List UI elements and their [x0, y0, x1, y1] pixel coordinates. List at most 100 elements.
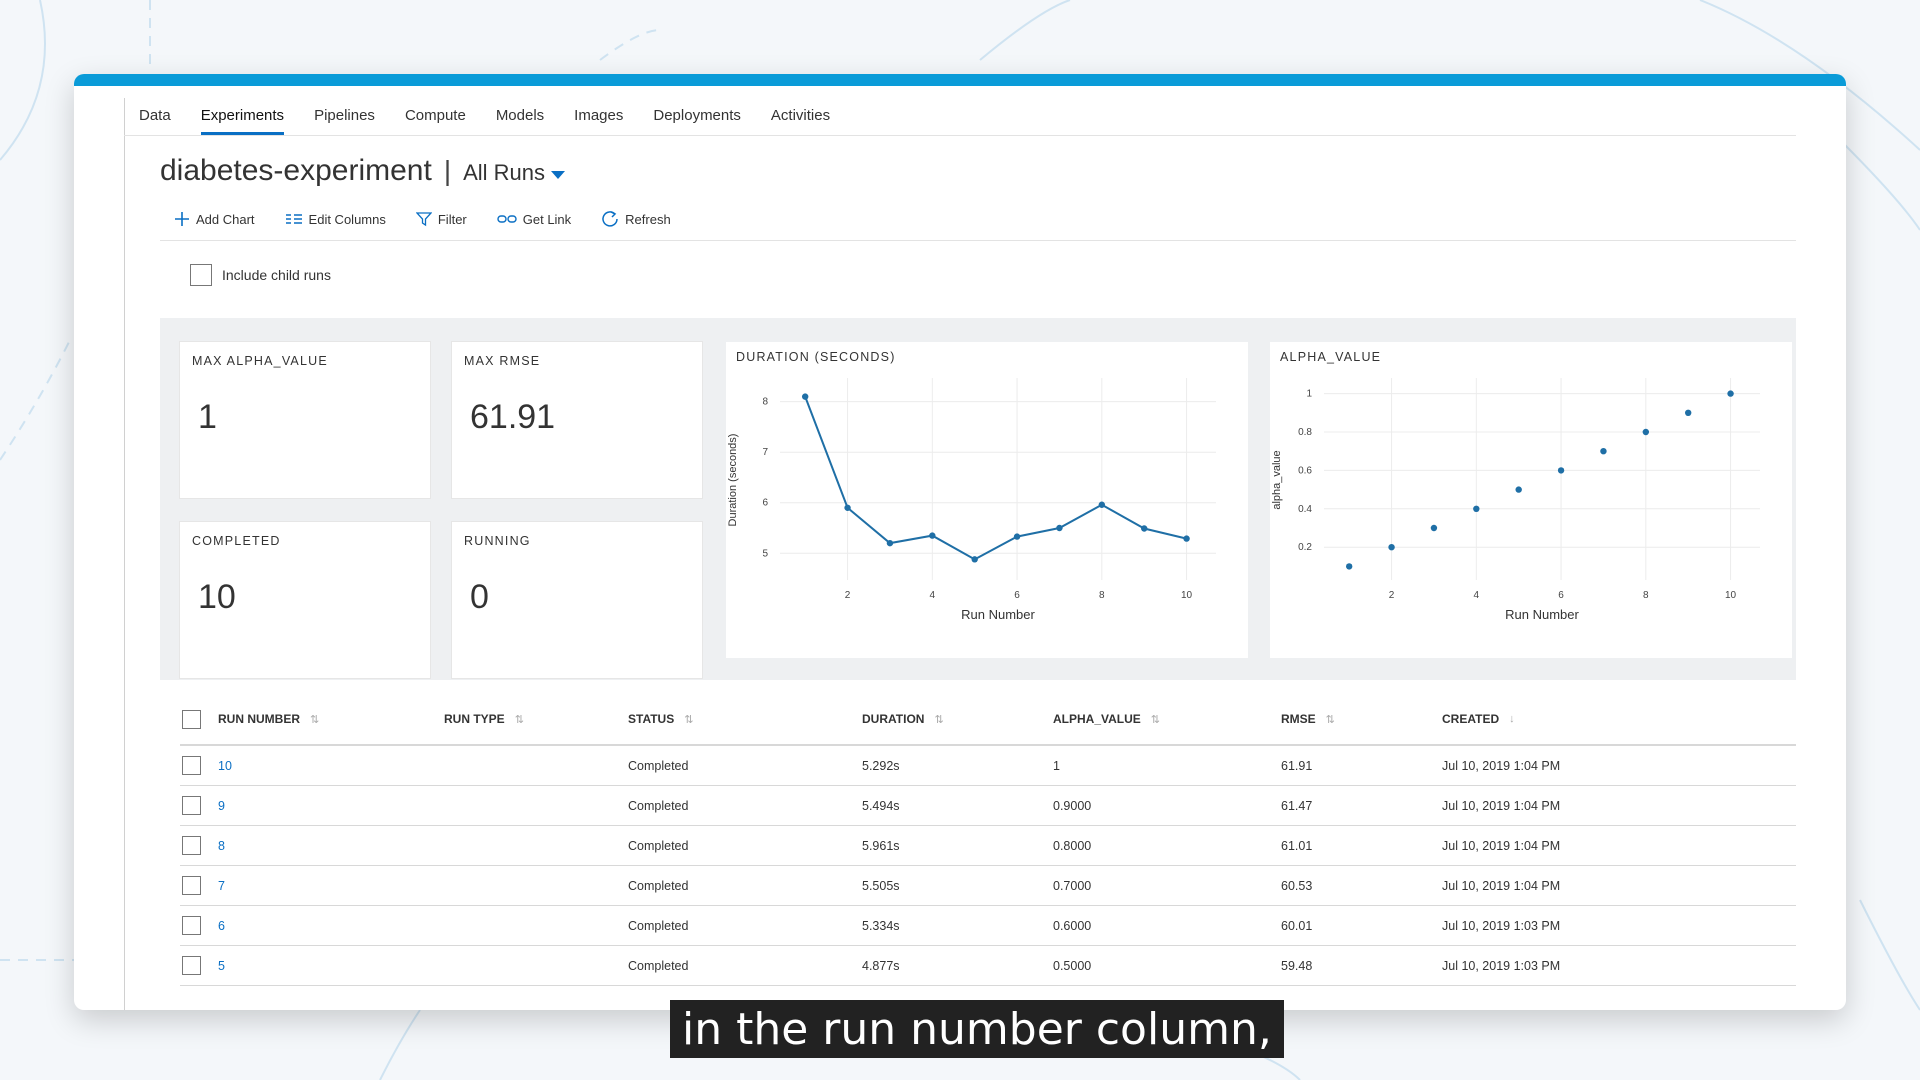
data-point: [1642, 428, 1650, 436]
row-checkbox[interactable]: [182, 836, 201, 855]
col-alpha-label: ALPHA_VALUE: [1053, 712, 1141, 726]
sort-desc-icon: ↓: [1509, 713, 1515, 725]
max-rmse-card: MAX RMSE 61.91: [452, 342, 702, 498]
created-cell: Jul 10, 2019 1:03 PM: [1442, 918, 1561, 933]
run-number-link[interactable]: 5: [218, 959, 225, 973]
alpha-cell: 1: [1053, 758, 1060, 773]
duration-cell: 5.494s: [862, 798, 900, 813]
y-tick-label: 7: [762, 447, 768, 458]
runs-filter-dropdown[interactable]: All Runs: [463, 160, 566, 186]
col-status[interactable]: STATUS ⇅: [628, 694, 693, 744]
row-checkbox[interactable]: [182, 796, 201, 815]
y-tick-label: 0.2: [1298, 542, 1312, 553]
completed-label: COMPLETED: [192, 534, 281, 548]
tab-models[interactable]: Models: [481, 102, 559, 135]
run-number-link[interactable]: 7: [218, 879, 225, 893]
table-row[interactable]: 5 Completed 4.877s 0.5000 59.48 Jul 10, 2019 …: [180, 946, 1796, 986]
run-number-link[interactable]: 8: [218, 839, 225, 853]
col-created[interactable]: CREATED ↓: [1442, 694, 1515, 744]
alpha-cell: 0.5000: [1053, 958, 1092, 973]
refresh-icon: [602, 211, 618, 227]
y-tick-label: 5: [762, 548, 768, 559]
col-duration[interactable]: DURATION ⇅: [862, 694, 944, 744]
duration-cell: 5.334s: [862, 918, 900, 933]
tab-deployments[interactable]: Deployments: [638, 102, 756, 135]
select-all-checkbox[interactable]: [182, 709, 201, 729]
table-row[interactable]: 6 Completed 5.334s 0.6000 60.01 Jul 10, 2019 …: [180, 906, 1796, 946]
y-tick-label: 0.6: [1298, 465, 1312, 476]
col-run-type[interactable]: RUN TYPE ⇅: [444, 694, 524, 744]
col-rmse[interactable]: RMSE ⇅: [1281, 694, 1335, 744]
tab-pipelines[interactable]: Pipelines: [299, 102, 390, 135]
toolbar-divider: [160, 240, 1796, 241]
running-label: RUNNING: [464, 534, 531, 548]
duration-cell: 4.877s: [862, 958, 900, 973]
include-child-runs-checkbox[interactable]: [190, 264, 212, 286]
refresh-label: Refresh: [625, 211, 671, 227]
data-point: [886, 539, 894, 547]
status-cell: Completed: [628, 838, 689, 853]
refresh-button[interactable]: Refresh: [601, 210, 671, 228]
data-point: [1098, 501, 1106, 508]
row-checkbox[interactable]: [182, 916, 201, 935]
run-number-link[interactable]: 6: [218, 919, 225, 933]
tab-compute[interactable]: Compute: [390, 102, 481, 135]
running-value: 0: [470, 578, 489, 616]
rmse-cell: 60.53: [1281, 878, 1313, 893]
filter-label: Filter: [437, 211, 467, 227]
row-checkbox[interactable]: [182, 756, 201, 775]
duration-chart-card: DURATION (SECONDS) 2 4 6 8 10 5 6 7 8 Run Number Du…: [726, 342, 1248, 658]
edit-columns-button[interactable]: Edit Columns: [285, 212, 386, 227]
alpha-cell: 0.6000: [1053, 918, 1092, 933]
col-alpha[interactable]: ALPHA_VALUE ⇅: [1053, 694, 1160, 744]
include-child-runs-label: Include child runs: [222, 267, 331, 283]
col-run-number[interactable]: RUN NUMBER ⇅: [218, 694, 319, 744]
table-row[interactable]: 10 Completed 5.292s 1 61.91 Jul 10, 2019 1:04…: [180, 746, 1796, 786]
x-tick-label: 6: [1558, 590, 1564, 601]
tab-bar: Data Experiments Pipelines Compute Model…: [124, 102, 1796, 136]
duration-cell: 5.961s: [862, 838, 900, 853]
filter-button[interactable]: Filter: [415, 211, 467, 227]
table-row[interactable]: 7 Completed 5.505s 0.7000 60.53 Jul 10, 2019 …: [180, 866, 1796, 906]
add-chart-button[interactable]: Add Chart: [174, 211, 255, 227]
alpha-cell: 0.9000: [1053, 798, 1092, 813]
tab-data[interactable]: Data: [124, 102, 186, 135]
get-link-button[interactable]: Get Link: [497, 212, 571, 227]
app-window: Data Experiments Pipelines Compute Model…: [74, 74, 1846, 1010]
row-checkbox[interactable]: [182, 956, 201, 975]
columns-icon: [285, 214, 302, 224]
run-number-link[interactable]: 10: [218, 759, 232, 773]
row-checkbox[interactable]: [182, 876, 201, 895]
caption-text: in the run number column,: [682, 1003, 1272, 1055]
status-cell: Completed: [628, 918, 689, 933]
table-row[interactable]: 9 Completed 5.494s 0.9000 61.47 Jul 10, 2019 …: [180, 786, 1796, 826]
filter-icon: [415, 212, 432, 227]
page-title: diabetes-experiment: [160, 154, 432, 187]
duration-cell: 5.505s: [862, 878, 900, 893]
y-tick-label: 0.8: [1298, 427, 1312, 438]
tab-images[interactable]: Images: [559, 102, 638, 135]
data-point: [929, 532, 936, 539]
table-body: 10 Completed 5.292s 1 61.91 Jul 10, 2019 1:04…: [180, 746, 1796, 986]
sort-icon: ⇅: [1325, 713, 1335, 726]
data-point: [1430, 524, 1438, 532]
status-cell: Completed: [628, 958, 689, 973]
run-number-link[interactable]: 9: [218, 799, 225, 813]
tab-activities[interactable]: Activities: [756, 102, 845, 135]
alpha-cell: 0.8000: [1053, 838, 1092, 853]
x-tick-label: 8: [1099, 590, 1105, 601]
tab-experiments[interactable]: Experiments: [186, 102, 299, 135]
data-point: [1013, 533, 1021, 540]
left-divider: [124, 98, 125, 1010]
chart-title: DURATION (SECONDS): [736, 350, 896, 364]
created-cell: Jul 10, 2019 1:04 PM: [1442, 838, 1561, 853]
data-point: [1727, 390, 1734, 397]
created-cell: Jul 10, 2019 1:04 PM: [1442, 758, 1561, 773]
completed-card: COMPLETED 10: [180, 522, 430, 678]
sort-icon: ⇅: [1150, 713, 1161, 726]
x-tick-label: 4: [1474, 590, 1480, 601]
y-axis-label: Duration (seconds): [727, 434, 739, 527]
get-link-label: Get Link: [522, 211, 572, 227]
x-tick-label: 10: [1181, 590, 1193, 601]
table-row[interactable]: 8 Completed 5.961s 0.8000 61.01 Jul 10, 2019 …: [180, 826, 1796, 866]
